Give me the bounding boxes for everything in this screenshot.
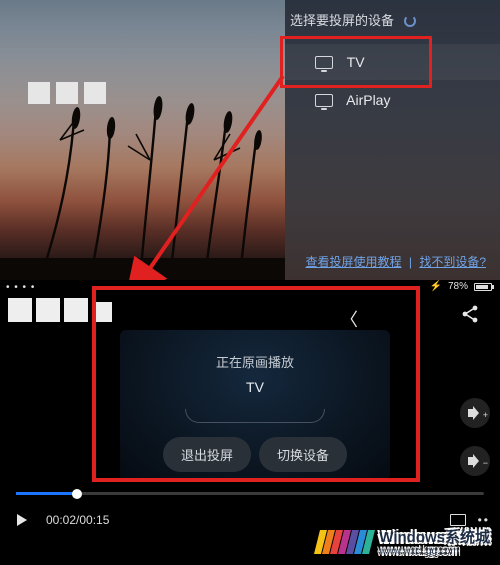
play-button[interactable] xyxy=(10,508,34,532)
battery-icon xyxy=(474,283,492,291)
device-picker-links: 查看投屏使用教程 | 找不到设备? xyxy=(305,253,486,270)
link-tutorial[interactable]: 查看投屏使用教程 xyxy=(305,255,401,269)
exit-cast-button[interactable]: 退出投屏 xyxy=(163,437,251,472)
device-item-airplay[interactable]: AirPlay xyxy=(285,82,500,118)
charging-icon: ⚡ xyxy=(430,281,442,292)
share-icon[interactable] xyxy=(460,304,480,324)
watermark-url: www.wxcLgg.com xyxy=(379,547,490,557)
play-icon xyxy=(17,514,27,526)
more-icon[interactable]: •• xyxy=(478,513,490,527)
side-controls: + − xyxy=(460,398,490,476)
volume-down-button[interactable]: − xyxy=(460,446,490,476)
speaker-minus-icon: − xyxy=(468,454,482,468)
watermark-brand: Windows系统城 xyxy=(379,529,490,546)
airplay-icon xyxy=(315,94,333,107)
progress-fill xyxy=(16,492,77,495)
fullscreen-icon[interactable] xyxy=(450,514,466,526)
progress-track[interactable] xyxy=(16,492,484,495)
progress-thumb[interactable] xyxy=(72,489,82,499)
device-picker-title: 选择要投屏的设备 xyxy=(290,13,394,28)
phone-statusbar: • • • • ⚡ 78% xyxy=(0,280,500,296)
signal-dots: • • • • xyxy=(6,282,35,293)
sunset-photo xyxy=(0,0,285,280)
watermark-flag-icon xyxy=(317,530,373,554)
volume-up-button[interactable]: + xyxy=(460,398,490,428)
loading-spinner-icon xyxy=(404,15,416,27)
device-item-tv[interactable]: TV xyxy=(285,44,500,80)
reeds-silhouette xyxy=(0,100,285,280)
device-picker-title-row: 选择要投屏的设备 xyxy=(290,10,500,29)
casting-device-name: TV xyxy=(120,379,390,395)
device-label: AirPlay xyxy=(346,92,390,108)
device-label: TV xyxy=(347,54,365,70)
playback-time: 00:02/00:15 xyxy=(46,513,109,527)
casting-card: 正在原画播放 TV 退出投屏 切换设备 xyxy=(120,330,390,482)
tv-icon xyxy=(315,56,333,69)
site-watermark: Windows系统城 www.wxcLgg.com xyxy=(317,526,490,557)
casting-status-text: 正在原画播放 xyxy=(120,352,390,371)
battery-percent: 78% xyxy=(448,281,468,292)
back-arrow-icon[interactable]: 〈 xyxy=(340,306,358,332)
link-separator: | xyxy=(409,255,412,269)
device-picker-sidebar: 选择要投屏的设备 TV AirPlay 查看投屏使用教程 | 找不到设备? xyxy=(285,0,500,280)
speaker-plus-icon: + xyxy=(468,406,482,420)
device-glow-arc xyxy=(185,409,325,423)
switch-device-button[interactable]: 切换设备 xyxy=(259,437,347,472)
pixelation-overlay xyxy=(8,298,112,322)
link-cannot-find[interactable]: 找不到设备? xyxy=(419,255,486,269)
device-picker-panel: 选择要投屏的设备 TV AirPlay 查看投屏使用教程 | 找不到设备? xyxy=(0,0,500,280)
